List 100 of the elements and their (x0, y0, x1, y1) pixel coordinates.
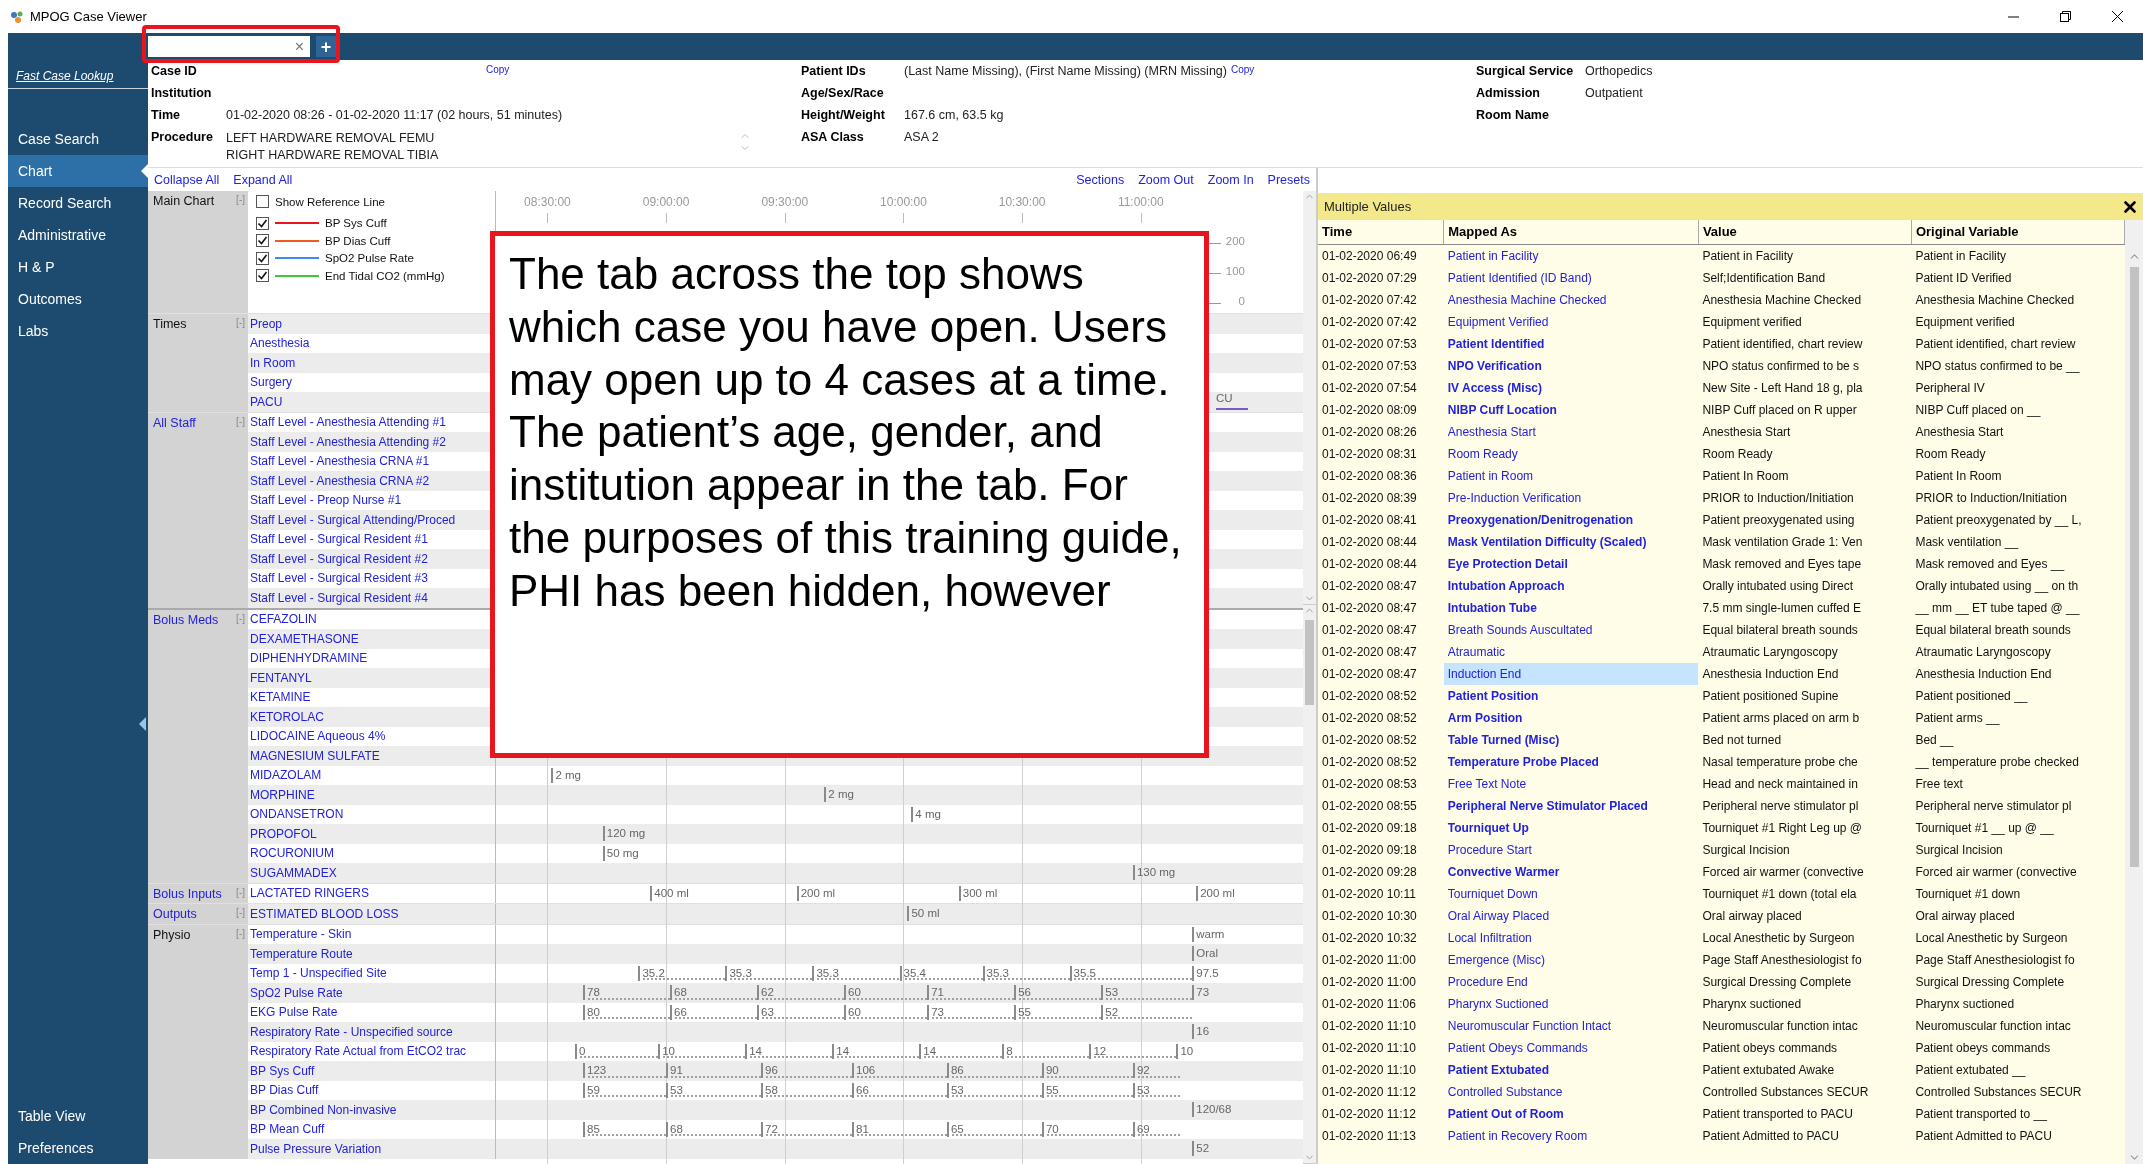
mapped-as-link[interactable]: Convective Warmer (1443, 860, 1699, 883)
row-label[interactable]: KETOROLAC (250, 709, 324, 724)
mapped-as-link[interactable]: Breath Sounds Auscultated (1443, 618, 1699, 641)
row-label[interactable]: ROCURONIUM (250, 846, 334, 861)
mapped-as-link[interactable]: Patient Identified (1443, 332, 1699, 355)
row-label[interactable]: Staff Level - Anesthesia Attending #1 (250, 415, 446, 430)
row-label[interactable]: Staff Level - Surgical Resident #4 (250, 590, 428, 605)
mapped-as-link[interactable]: Tourniquet Down (1443, 882, 1699, 905)
nav-item[interactable]: Administrative (8, 219, 148, 251)
mapped-as-link[interactable]: Intubation Tube (1443, 596, 1699, 619)
nav-item[interactable]: H & P (8, 251, 148, 283)
row-label[interactable]: MORPHINE (250, 787, 315, 802)
row-label[interactable]: DEXAMETHASONE (250, 631, 359, 646)
mapped-as-link[interactable]: Patient in Facility (1443, 244, 1699, 267)
row-label[interactable]: EKG Pulse Rate (250, 1005, 338, 1020)
toolbar-link[interactable]: Sections (1076, 172, 1125, 187)
mapped-as-link[interactable]: NIBP Cuff Location (1443, 398, 1699, 421)
row-label[interactable]: Temperature - Skin (250, 927, 352, 942)
mapped-as-link[interactable]: Peripheral Nerve Stimulator Placed (1443, 794, 1699, 817)
row-label[interactable]: BP Combined Non-invasive (250, 1102, 397, 1117)
checkbox[interactable] (256, 269, 269, 283)
nav-item[interactable]: Table View (8, 1100, 148, 1132)
row-label[interactable]: Staff Level - Surgical Resident #2 (250, 551, 428, 566)
group-label[interactable]: Bolus Inputs (153, 884, 222, 903)
row-label[interactable]: Staff Level - Anesthesia CRNA #2 (250, 473, 430, 488)
row-label[interactable]: PACU (250, 394, 283, 409)
mapped-as-link[interactable]: Patient in Recovery Room (1443, 1124, 1699, 1147)
row-label[interactable]: Staff Level - Surgical Resident #3 (250, 571, 428, 586)
row-label[interactable]: FENTANYL (250, 670, 312, 685)
add-tab-button[interactable]: + (316, 36, 336, 57)
row-label[interactable]: CEFAZOLIN (250, 612, 317, 627)
mapped-as-link[interactable]: Room Ready (1443, 442, 1699, 465)
mapped-as-link[interactable]: Arm Position (1443, 706, 1699, 729)
row-label[interactable]: In Room (250, 355, 296, 370)
mapped-as-link[interactable]: Patient Position (1443, 684, 1699, 707)
row-label[interactable]: Staff Level - Surgical Resident #1 (250, 532, 428, 547)
row-label[interactable]: MIDAZOLAM (250, 768, 322, 783)
mapped-as-link[interactable]: Procedure End (1443, 970, 1699, 993)
mapped-as-link[interactable]: Patient Extubated (1443, 1058, 1699, 1081)
group-label[interactable]: Bolus Meds (153, 610, 219, 629)
nav-item[interactable]: Chart (8, 155, 148, 187)
row-label[interactable]: Respiratory Rate - Unspecified source (250, 1024, 453, 1039)
mapped-as-link[interactable]: Atraumatic (1443, 640, 1699, 663)
toolbar-link[interactable]: Zoom In (1207, 172, 1254, 187)
row-label[interactable]: SUGAMMADEX (250, 865, 337, 880)
close-tab-button[interactable]: × (292, 38, 306, 55)
mapped-as-link[interactable]: Free Text Note (1443, 772, 1699, 795)
mapped-as-link[interactable]: Anesthesia Machine Checked (1443, 288, 1699, 311)
row-label[interactable]: Surgery (250, 375, 293, 390)
column-header[interactable]: Mapped As (1443, 220, 1699, 244)
mapped-as-link[interactable]: Patient in Room (1443, 464, 1699, 487)
row-label[interactable]: Temperature Route (250, 946, 353, 961)
row-label[interactable]: BP Sys Cuff (250, 1063, 315, 1078)
row-label[interactable]: Temp 1 - Unspecified Site (250, 966, 387, 981)
group-label[interactable]: All Staff (153, 413, 196, 432)
row-label[interactable]: DIPHENHYDRAMINE (250, 651, 368, 666)
row-label[interactable]: ONDANSETRON (250, 807, 344, 822)
mapped-as-link[interactable]: Neuromuscular Function Intact (1443, 1014, 1699, 1037)
mapped-as-link[interactable]: Oral Airway Placed (1443, 904, 1699, 927)
scroll-thumb[interactable] (2129, 267, 2139, 867)
row-label[interactable]: BP Mean Cuff (250, 1122, 325, 1137)
checkbox[interactable] (256, 251, 269, 265)
mapped-as-link[interactable]: Temperature Probe Placed (1443, 750, 1699, 773)
column-header[interactable]: Time (1318, 220, 1444, 244)
nav-item[interactable]: Record Search (8, 187, 148, 219)
nav-item[interactable]: Labs (8, 315, 148, 347)
toolbar-link[interactable]: Collapse All (154, 172, 220, 187)
row-label[interactable]: ESTIMATED BLOOD LOSS (250, 906, 399, 921)
row-label[interactable]: Staff Level - Surgical Attending/Proced (250, 512, 456, 527)
mapped-as-link[interactable]: Patient Out of Room (1443, 1102, 1699, 1125)
mapped-as-link[interactable]: Table Turned (Misc) (1443, 728, 1699, 751)
copy-link[interactable]: Copy (486, 64, 510, 75)
row-label[interactable]: Pulse Pressure Variation (250, 1141, 382, 1156)
group-label[interactable]: Outputs (153, 905, 197, 923)
mapped-as-link[interactable]: Emergence (Misc) (1443, 948, 1699, 971)
row-label[interactable]: Respiratory Rate Actual from EtCO2 trac (250, 1044, 467, 1059)
fast-case-lookup-link[interactable]: Fast Case Lookup (16, 69, 114, 83)
row-label[interactable]: LACTATED RINGERS (250, 886, 369, 901)
row-label[interactable]: KETAMINE (250, 690, 311, 705)
row-label[interactable]: LIDOCAINE Aqueous 4% (250, 729, 386, 744)
mapped-as-link[interactable]: Patient Identified (ID Band) (1443, 266, 1699, 289)
mapped-as-link[interactable]: Equipment Verified (1443, 310, 1699, 333)
row-label[interactable]: BP Dias Cuff (250, 1083, 319, 1098)
mapped-as-link[interactable]: Procedure Start (1443, 838, 1699, 861)
column-header[interactable]: Value (1698, 220, 1912, 244)
toolbar-link[interactable]: Expand All (233, 172, 293, 187)
row-label[interactable]: Anesthesia (250, 336, 310, 351)
toolbar-link[interactable]: Presets (1267, 172, 1310, 187)
row-label[interactable]: SpO2 Pulse Rate (250, 985, 343, 1000)
mapped-as-link[interactable]: Preoxygenation/Denitrogenation (1443, 508, 1699, 531)
case-tab-field[interactable]: × (148, 36, 310, 57)
mapped-as-link[interactable]: Intubation Approach (1443, 574, 1699, 597)
mapped-as-link[interactable]: Mask Ventilation Difficulty (Scaled) (1443, 530, 1699, 553)
checkbox[interactable] (256, 234, 269, 248)
checkbox[interactable] (256, 216, 269, 230)
row-label[interactable]: Preop (250, 316, 283, 331)
row-label[interactable]: PROPOFOL (250, 826, 317, 841)
scrollbar[interactable] (1303, 191, 1316, 1164)
toolbar-link[interactable]: Zoom Out (1138, 172, 1194, 187)
nav-item[interactable]: Case Search (8, 123, 148, 155)
